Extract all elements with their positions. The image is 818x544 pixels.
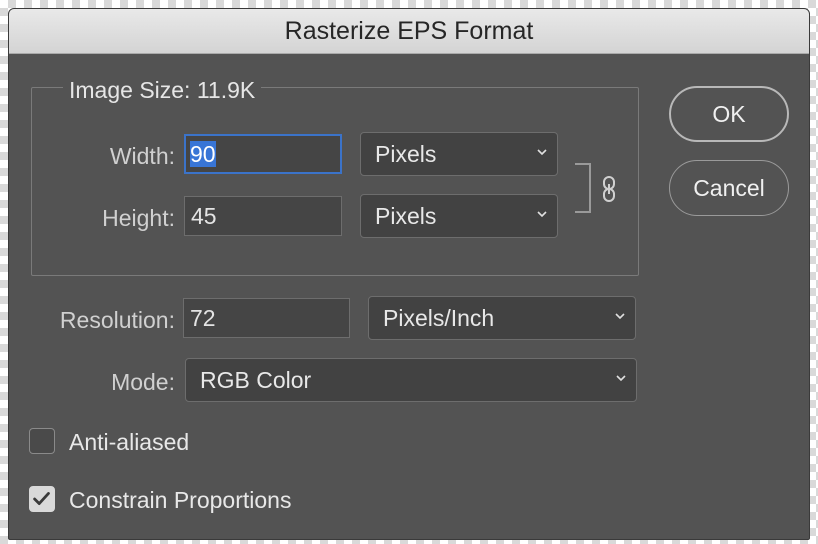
dialog-title: Rasterize EPS Format [284,16,534,45]
constrain-proportions-label[interactable]: Constrain Proportions [69,485,291,515]
resolution-unit-value: Pixels/Inch [383,305,495,331]
chevron-down-icon [537,149,547,156]
ok-button-label: OK [712,100,746,127]
chevron-down-icon [537,211,547,218]
cancel-button[interactable]: Cancel [669,160,789,216]
height-unit-value: Pixels [375,203,437,229]
mode-value: RGB Color [200,367,312,393]
resolution-label: Resolution: [59,307,175,333]
constrain-proportions-checkbox[interactable] [29,486,55,512]
checkmark-icon [33,492,50,505]
dialog-title-bar[interactable]: Rasterize EPS Format [9,9,809,54]
image-size-group [31,87,639,276]
width-input-selection: 90 [190,141,216,167]
height-input-value: 45 [191,203,217,229]
height-label: Height: [102,205,175,231]
anti-aliased-checkbox[interactable] [29,428,55,454]
chevron-down-icon [616,375,626,382]
link-bracket [575,163,591,213]
rasterize-eps-dialog: Rasterize EPS Format Image Size: 11.9K W… [8,8,810,540]
anti-aliased-label[interactable]: Anti-aliased [69,427,189,457]
mode-select[interactable]: RGB Color [185,358,637,402]
width-unit-value: Pixels [375,141,437,167]
chain-link-icon[interactable] [601,175,617,203]
ok-button[interactable]: OK [669,86,789,142]
width-input[interactable]: 90 [184,134,342,174]
chevron-down-icon [615,313,625,320]
resolution-unit-select[interactable]: Pixels/Inch [368,296,636,340]
cancel-button-label: Cancel [693,174,765,201]
height-input[interactable]: 45 [184,196,342,236]
resolution-input[interactable]: 72 [183,298,350,338]
width-label: Width: [109,143,175,169]
resolution-input-value: 72 [190,305,216,331]
height-unit-select[interactable]: Pixels [360,194,558,238]
width-unit-select[interactable]: Pixels [360,132,558,176]
image-size-legend: Image Size: 11.9K [63,75,262,105]
mode-label: Mode: [111,369,175,395]
